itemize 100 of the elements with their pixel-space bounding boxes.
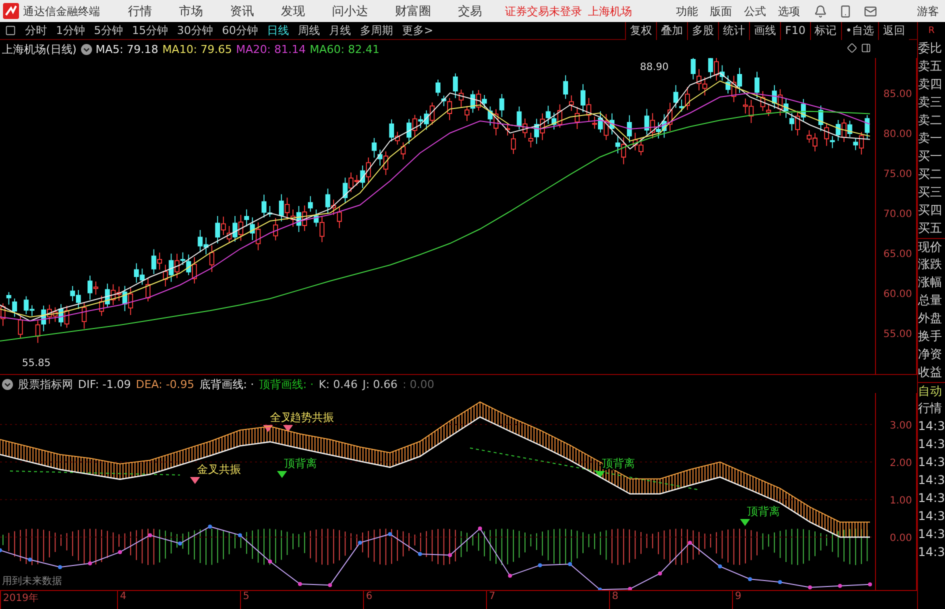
price-axis-label: 60.00 [883,289,912,300]
signal-label: 顶背离 [747,505,780,518]
menu-item[interactable]: 发现 [281,2,305,20]
indicator-point [0,548,2,552]
quote-field-label: 买五 [918,220,943,237]
indicator-point [538,563,542,568]
quote-field-label: 行情 [918,400,943,417]
quote-field-label: 买三 [918,184,943,201]
signal-marker-icon [740,519,750,526]
toolbar-button[interactable]: •自选 [840,22,878,40]
period-tab[interactable]: 30分钟 [177,23,213,38]
diamond-icon[interactable] [847,43,857,53]
layout-icon[interactable] [5,25,16,36]
indicator-value: DIF: -1.09 [78,378,131,390]
quote-field-label: 14:3 [918,490,945,507]
ma-legend: MA20: 81.14 [236,42,306,56]
toolbar-button[interactable]: 多股 [687,22,718,40]
bell-icon[interactable] [814,4,827,18]
phone-icon[interactable] [839,4,852,18]
indicator-point [838,584,842,588]
quote-field-label: 涨幅 [918,274,943,291]
indicator-point [628,586,632,590]
ma-legend: MA60: 82.41 [310,42,380,56]
indicator-point [508,574,512,578]
quote-field-label: 收益 [918,364,943,381]
indicator-value: 底背画线: · [199,376,254,392]
quote-field-label: 14:3 [918,544,945,561]
indicator-point [448,553,452,558]
ma-legend: MA5: 79.18 [96,42,158,56]
time-axis-label: 7 [486,591,609,609]
menu-item[interactable]: 公式 [744,4,766,18]
period-tab[interactable]: 更多> [402,23,434,38]
indicator-point [658,572,662,576]
toolbar-button[interactable]: 返回 [878,22,909,40]
indicator-axis-label: 3.00 [890,420,912,432]
toolbar-button[interactable]: 标记 [810,22,840,40]
user-label[interactable]: 游客 [917,4,939,18]
signal-label: 顶背离 [602,457,635,470]
indicator-value: 顶背画线: · [258,376,314,392]
indicator-point [388,532,392,536]
menu-item[interactable]: 选项 [778,4,800,18]
menu-item[interactable]: 功能 [676,4,698,18]
chart-title: 上海机场(日线) [2,42,77,56]
indicator-point [328,583,332,588]
toolbar-button[interactable]: 叠加 [656,22,688,40]
indicator-value: K: 0.46 [318,378,358,390]
menu-item[interactable]: 交易 [458,2,482,20]
logo-icon [3,3,19,19]
time-axis-label: 2019年 [0,591,117,609]
period-tab[interactable]: 60分钟 [222,23,258,38]
menu-item[interactable]: 资讯 [230,2,254,20]
period-tab[interactable]: 5分钟 [94,23,123,38]
period-tab[interactable]: 月线 [329,23,351,38]
dropdown-icon[interactable] [2,378,13,390]
menu-item[interactable]: 市场 [179,2,203,20]
indicator-point [718,564,722,568]
quote-field-label: 买二 [918,166,943,183]
toolbar-button[interactable]: F10 [780,22,810,40]
signal-marker-icon [277,471,287,478]
period-tab[interactable]: 多周期 [360,23,393,38]
menu-item[interactable]: 版面 [710,4,732,18]
price-axis-label: 80.00 [883,129,912,140]
price-axis-label: 75.00 [883,169,912,180]
signal-label: 金叉共振 [197,463,241,476]
indicator-value: DEA: -0.95 [136,378,194,390]
toolbar-button[interactable]: 复权 [625,22,656,40]
signal-label: 趋势共振 [290,411,334,424]
quote-field-label: 卖三 [918,94,943,111]
price-axis-label: 55.00 [883,329,912,340]
mail-icon[interactable] [864,4,877,18]
indicator-point [268,559,272,564]
indicator-point [298,582,302,586]
quote-field-label: 卖一 [918,130,943,147]
quote-field-label: 14:3 [918,472,945,489]
period-tab[interactable]: 15分钟 [132,23,168,38]
period-tab[interactable]: 周线 [298,23,320,38]
indicator-point [418,552,422,556]
period-tab[interactable]: 日线 [267,23,289,38]
indicator-point [808,585,812,590]
toolbar-button[interactable]: 画线 [749,22,780,40]
quote-field-label: 总量 [918,292,943,309]
toolbar-button[interactable]: R [917,22,945,40]
ma-legend: MA10: 79.65 [162,42,232,56]
quote-field-label: 14:3 [918,454,945,471]
period-tab[interactable]: 分时 [25,23,47,38]
menu-item[interactable]: 行情 [128,2,152,20]
quote-field-label: 涨跌 [918,256,943,273]
menu-item[interactable]: 财富圈 [395,2,431,20]
time-axis-label: 9 [732,591,795,609]
indicator-point [568,562,572,566]
menu-item[interactable]: 问小达 [332,2,368,20]
toolbar-button[interactable]: 统计 [718,22,750,40]
indicator-point [28,558,32,562]
period-tab[interactable]: 1分钟 [56,23,85,38]
indicator-point [748,577,752,582]
indicator-point [238,533,242,538]
indicator-point [118,550,122,554]
panel-icon[interactable] [861,43,871,53]
dropdown-icon[interactable] [80,44,92,54]
indicator-axis-label: 0.00 [890,533,912,544]
